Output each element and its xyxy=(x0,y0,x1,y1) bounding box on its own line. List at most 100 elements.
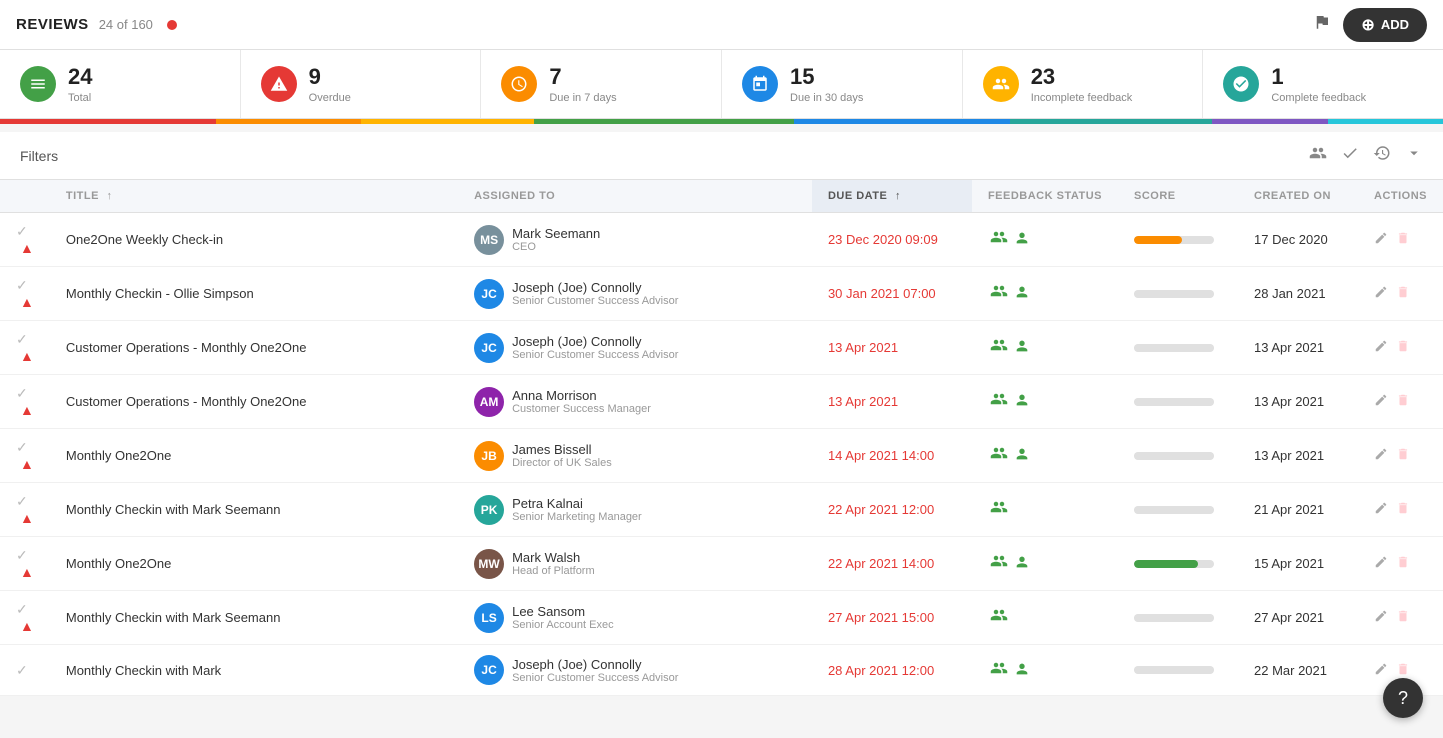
check-icon: ✓ xyxy=(16,601,28,617)
row-feedback-5 xyxy=(972,483,1118,537)
stat-complete-info: 1 Complete feedback xyxy=(1271,64,1366,104)
edit-button[interactable] xyxy=(1374,393,1388,410)
table-row: ✓ ▲ One2One Weekly Check-in MS Mark Seem… xyxy=(0,213,1443,267)
flag-button[interactable] xyxy=(1313,13,1331,36)
row-feedback-8 xyxy=(972,645,1118,696)
delete-button[interactable] xyxy=(1396,447,1410,464)
col-header-actions: ACTIONS xyxy=(1358,180,1443,213)
avatar: MS xyxy=(474,225,504,255)
feedback-single-icon xyxy=(1014,446,1030,465)
feedback-group-icon xyxy=(988,336,1010,359)
history-filter-button[interactable] xyxy=(1373,144,1391,167)
edit-button[interactable] xyxy=(1374,447,1388,464)
assigned-role: Senior Account Exec xyxy=(512,619,614,631)
edit-button[interactable] xyxy=(1374,555,1388,572)
col-header-score[interactable]: SCORE xyxy=(1118,180,1238,213)
add-button[interactable]: ⊕ ADD xyxy=(1343,8,1427,42)
stat-incomplete[interactable]: 23 Incomplete feedback xyxy=(963,50,1204,118)
due-date-text: 23 Dec 2020 09:09 xyxy=(828,232,938,247)
row-check-7[interactable]: ✓ ▲ xyxy=(0,591,50,645)
delete-button[interactable] xyxy=(1396,555,1410,572)
feedback-group-icon xyxy=(988,498,1010,521)
row-check-8[interactable]: ✓ xyxy=(0,645,50,696)
assigned-name: James Bissell xyxy=(512,442,612,457)
total-number: 24 xyxy=(68,64,92,90)
check-icon: ✓ xyxy=(16,223,28,239)
table-row: ✓ ▲ Monthly Checkin - Ollie Simpson JC J… xyxy=(0,267,1443,321)
col-header-feedback[interactable]: FEEDBACK STATUS xyxy=(972,180,1118,213)
row-created-6: 15 Apr 2021 xyxy=(1238,537,1358,591)
stat-due7[interactable]: 7 Due in 7 days xyxy=(481,50,722,118)
delete-button[interactable] xyxy=(1396,393,1410,410)
table-header-row: TITLE ↑ ASSIGNED TO DUE DATE ↑ FEEDBACK … xyxy=(0,180,1443,213)
edit-button[interactable] xyxy=(1374,285,1388,302)
action-icons xyxy=(1374,501,1427,518)
assigned-name: Lee Sansom xyxy=(512,604,614,619)
row-check-6[interactable]: ✓ ▲ xyxy=(0,537,50,591)
stat-complete[interactable]: 1 Complete feedback xyxy=(1203,50,1443,118)
row-check-2[interactable]: ✓ ▲ xyxy=(0,321,50,375)
edit-button[interactable] xyxy=(1374,231,1388,248)
delete-button[interactable] xyxy=(1396,339,1410,356)
action-icons xyxy=(1374,393,1427,410)
stat-total[interactable]: 24 Total xyxy=(0,50,241,118)
delete-button[interactable] xyxy=(1396,662,1410,679)
row-score-8 xyxy=(1118,645,1238,696)
edit-button[interactable] xyxy=(1374,609,1388,626)
col-header-title[interactable]: TITLE ↑ xyxy=(50,180,458,213)
warning-icon: ▲ xyxy=(20,348,34,364)
row-score-1 xyxy=(1118,267,1238,321)
add-label: ADD xyxy=(1381,17,1409,32)
edit-button[interactable] xyxy=(1374,501,1388,518)
edit-button[interactable] xyxy=(1374,662,1388,679)
created-date: 17 Dec 2020 xyxy=(1254,232,1328,247)
delete-button[interactable] xyxy=(1396,501,1410,518)
row-title-2: Customer Operations - Monthly One2One xyxy=(50,321,458,375)
row-check-3[interactable]: ✓ ▲ xyxy=(0,375,50,429)
row-assigned-0: MS Mark Seemann CEO xyxy=(458,213,812,267)
row-due-6: 22 Apr 2021 14:00 xyxy=(812,537,972,591)
row-check-0[interactable]: ✓ ▲ xyxy=(0,213,50,267)
filters-row: Filters xyxy=(0,132,1443,180)
warning-icon: ▲ xyxy=(20,240,34,256)
row-due-7: 27 Apr 2021 15:00 xyxy=(812,591,972,645)
feedback-single-icon xyxy=(1014,392,1030,411)
assigned-role: Head of Platform xyxy=(512,565,595,577)
stat-overdue[interactable]: 9 Overdue xyxy=(241,50,482,118)
col-header-due-date[interactable]: DUE DATE ↑ xyxy=(812,180,972,213)
row-check-4[interactable]: ✓ ▲ xyxy=(0,429,50,483)
help-button[interactable]: ? xyxy=(1383,678,1423,718)
incomplete-icon xyxy=(983,66,1019,102)
row-due-3: 13 Apr 2021 xyxy=(812,375,972,429)
row-check-5[interactable]: ✓ ▲ xyxy=(0,483,50,537)
row-due-2: 13 Apr 2021 xyxy=(812,321,972,375)
table-row: ✓ ▲ Customer Operations - Monthly One2On… xyxy=(0,321,1443,375)
delete-button[interactable] xyxy=(1396,609,1410,626)
stat-due30[interactable]: 15 Due in 30 days xyxy=(722,50,963,118)
row-created-7: 27 Apr 2021 xyxy=(1238,591,1358,645)
title-text: One2One Weekly Check-in xyxy=(66,232,223,247)
col-header-assigned[interactable]: ASSIGNED TO xyxy=(458,180,812,213)
assigned-name: Petra Kalnai xyxy=(512,496,642,511)
edit-button[interactable] xyxy=(1374,339,1388,356)
assigned-name: Mark Seemann xyxy=(512,226,600,241)
warning-icon: ▲ xyxy=(20,402,34,418)
row-assigned-7: LS Lee Sansom Senior Account Exec xyxy=(458,591,812,645)
delete-button[interactable] xyxy=(1396,231,1410,248)
title-text: Monthly Checkin with Mark Seemann xyxy=(66,610,281,625)
expand-filter-button[interactable] xyxy=(1405,144,1423,167)
delete-button[interactable] xyxy=(1396,285,1410,302)
group-filter-button[interactable] xyxy=(1309,144,1327,167)
review-count: 24 of 160 xyxy=(99,17,153,32)
row-score-6 xyxy=(1118,537,1238,591)
row-actions-5 xyxy=(1358,483,1443,537)
assigned-role: Customer Success Manager xyxy=(512,403,651,415)
plus-icon: ⊕ xyxy=(1361,15,1374,35)
row-check-1[interactable]: ✓ ▲ xyxy=(0,267,50,321)
created-date: 13 Apr 2021 xyxy=(1254,448,1324,463)
warning-icon: ▲ xyxy=(20,510,34,526)
col-header-created[interactable]: CREATED ON xyxy=(1238,180,1358,213)
check-filter-button[interactable] xyxy=(1341,144,1359,167)
title-sort-icon: ↑ xyxy=(106,190,112,202)
stat-incomplete-info: 23 Incomplete feedback xyxy=(1031,64,1133,104)
